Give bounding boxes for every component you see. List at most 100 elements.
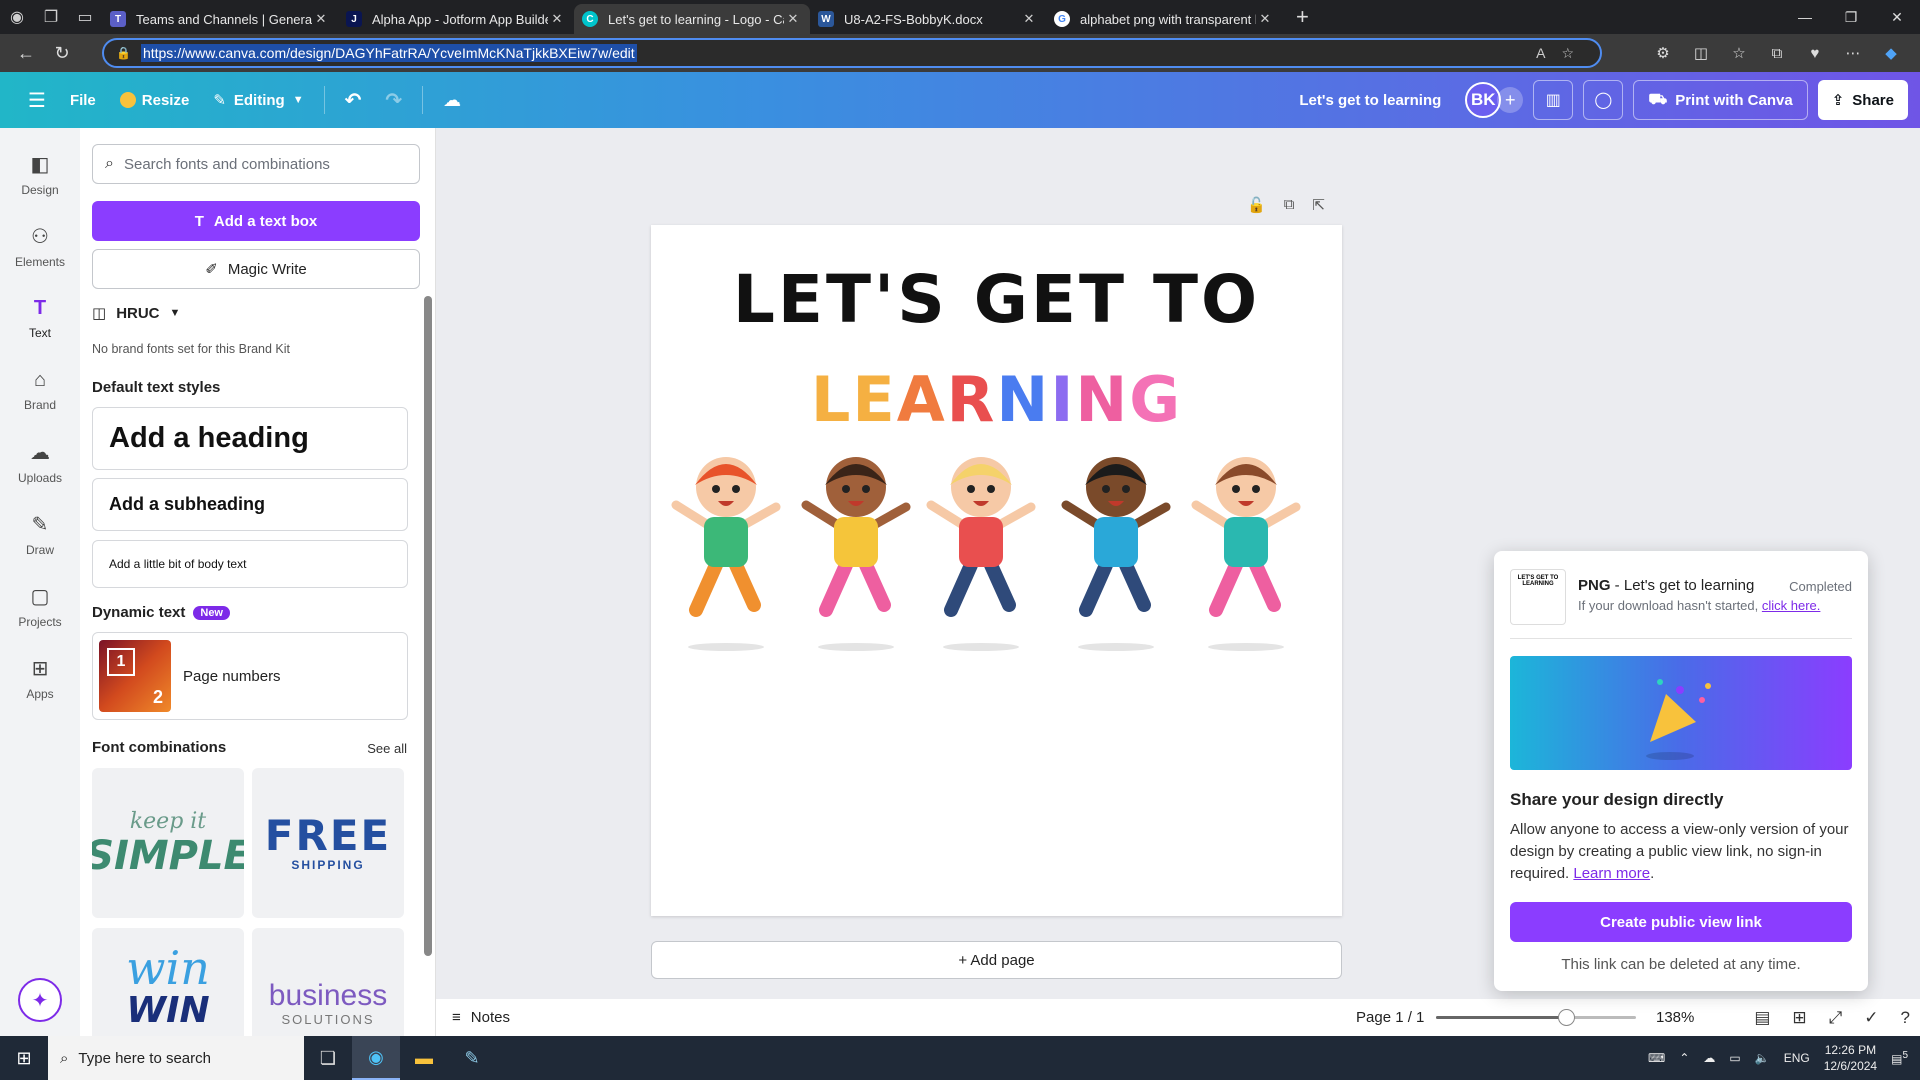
refresh-icon[interactable]: ↻ [44, 35, 80, 71]
font-combo-card[interactable]: FREE SHIPPING [252, 768, 404, 918]
new-tab-icon[interactable]: + [1296, 4, 1309, 30]
copilot-icon[interactable]: ◆ [1872, 44, 1910, 62]
language-indicator[interactable]: ENG [1784, 1051, 1810, 1065]
add-text-box-button[interactable]: T Add a text box [92, 201, 420, 241]
performance-icon[interactable]: ♥ [1796, 45, 1834, 62]
browser-tab-canva[interactable]: C Let's get to learning - Logo - Can ✕ [574, 4, 810, 34]
share-button[interactable]: ⇪ Share [1817, 80, 1908, 120]
split-screen-icon[interactable]: ◫ [1682, 44, 1720, 62]
favorites-icon[interactable]: ☆ [1720, 44, 1758, 62]
rail-item-apps[interactable]: ⊞ Apps [0, 642, 80, 714]
design-page[interactable]: LET'S GET TO LEARNING [651, 225, 1342, 916]
redo-icon[interactable]: ↷ [373, 80, 414, 120]
pages-view-icon[interactable]: ▤ [1754, 1008, 1770, 1028]
magic-write-button[interactable]: ✐ Magic Write [92, 249, 420, 289]
rail-item-projects[interactable]: ▢ Projects [0, 570, 80, 642]
notifications-icon[interactable]: ▤5 [1891, 1050, 1908, 1066]
close-tab-icon[interactable]: ✕ [312, 11, 330, 27]
file-menu[interactable]: File [58, 80, 108, 120]
workspaces-icon[interactable]: ❐ [34, 0, 68, 34]
title-line-1[interactable]: LET'S GET TO [651, 261, 1342, 338]
zoom-knob[interactable] [1558, 1009, 1575, 1026]
profile-icon[interactable]: ◉ [0, 0, 34, 34]
design-title[interactable]: Let's get to learning [1299, 92, 1441, 109]
font-combo-card[interactable]: business SOLUTIONS [252, 928, 404, 1036]
zoom-slider[interactable] [1436, 1009, 1636, 1026]
rail-item-uploads[interactable]: ☁ Uploads [0, 426, 80, 498]
tab-actions-icon[interactable]: ▭ [68, 0, 102, 34]
learn-more-link[interactable]: Learn more [1573, 865, 1650, 882]
notepad-app-icon[interactable]: ✎ [448, 1036, 496, 1080]
see-all-link[interactable]: See all [367, 741, 407, 756]
insights-icon[interactable]: ▥ [1533, 80, 1574, 120]
comments-icon[interactable]: ◯ [1583, 80, 1624, 120]
page-numbers-item[interactable]: 12 Page numbers [92, 632, 408, 720]
collections-icon[interactable]: ⧉ [1758, 45, 1796, 62]
close-tab-icon[interactable]: ✕ [784, 11, 802, 27]
onedrive-icon[interactable]: ☁ [1703, 1051, 1715, 1065]
rail-item-draw[interactable]: ✎ Draw [0, 498, 80, 570]
network-icon[interactable]: ▭ [1729, 1051, 1740, 1065]
zoom-percent[interactable]: 138% [1656, 1009, 1694, 1026]
cloud-saved-icon[interactable]: ☁ [431, 80, 473, 120]
resize-button[interactable]: Resize [108, 80, 202, 120]
font-search-input[interactable]: ⌕ Search fonts and combinations [92, 144, 420, 184]
edge-browser-icon[interactable]: ◉ [352, 1036, 400, 1080]
clock[interactable]: 12:26 PM 12/6/2024 [1824, 1042, 1877, 1074]
rail-item-text[interactable]: T Text [0, 282, 80, 354]
url-text[interactable]: https://www.canva.com/design/DAGYhFatrRA… [140, 44, 637, 62]
task-view-icon[interactable]: ❏ [304, 1036, 352, 1080]
check-icon[interactable]: ✓ [1864, 1008, 1878, 1028]
font-combo-card[interactable]: win WIN [92, 928, 244, 1036]
avatar[interactable]: BK [1465, 82, 1502, 118]
restore-icon[interactable]: ❐ [1828, 0, 1874, 34]
page-indicator[interactable]: Page 1 / 1 [1356, 1009, 1424, 1026]
menu-icon[interactable]: ☰ [16, 80, 58, 120]
keyboard-icon[interactable]: ⌨ [1648, 1051, 1665, 1065]
click-here-link[interactable]: click here. [1762, 598, 1821, 613]
url-input[interactable]: 🔒 https://www.canva.com/design/DAGYhFatr… [102, 38, 1602, 68]
notes-button[interactable]: ≡ Notes [452, 1009, 510, 1026]
more-icon[interactable]: ⋯ [1834, 44, 1872, 62]
close-tab-icon[interactable]: ✕ [1256, 11, 1274, 27]
file-explorer-icon[interactable]: ▬ [400, 1036, 448, 1080]
grid-view-icon[interactable]: ⊞ [1792, 1008, 1806, 1028]
browser-tab-word[interactable]: W U8-A2-FS-BobbyK.docx ✕ [810, 4, 1046, 34]
print-with-canva-button[interactable]: ⛟ Print with Canva [1633, 80, 1808, 120]
rail-item-brand[interactable]: ⌂ Brand [0, 354, 80, 426]
brand-kit-selector[interactable]: ◫ HRUC ▼ [92, 304, 180, 323]
browser-tab-jotform[interactable]: J Alpha App - Jotform App Builder ✕ [338, 4, 574, 34]
taskbar-search-input[interactable]: ⌕ Type here to search [48, 1036, 304, 1080]
magic-assistant-icon[interactable]: ✦ [18, 978, 62, 1022]
windows-start-icon[interactable]: ⊞ [0, 1036, 48, 1080]
add-page-button[interactable]: + Add page [651, 941, 1342, 979]
show-hidden-icons-icon[interactable]: ⌃ [1679, 1051, 1689, 1065]
fullscreen-icon[interactable]: ⤢ [1829, 1008, 1843, 1028]
duplicate-page-icon[interactable]: ⧉ [1284, 196, 1295, 214]
add-collaborator-icon[interactable]: + [1497, 87, 1524, 113]
jumping-kids-illustration[interactable] [671, 425, 1321, 655]
browser-tab-teams[interactable]: T Teams and Channels | General | M ✕ [102, 4, 338, 34]
add-body-text-item[interactable]: Add a little bit of body text [92, 540, 408, 588]
close-tab-icon[interactable]: ✕ [548, 11, 566, 27]
font-combo-card[interactable]: keep it SIMPLE [92, 768, 244, 918]
help-icon[interactable]: ? [1901, 1008, 1910, 1028]
panel-scrollbar[interactable] [424, 296, 432, 956]
rail-item-design[interactable]: ◧ Design [0, 138, 80, 210]
back-icon[interactable]: ← [8, 35, 44, 71]
undo-icon[interactable]: ↶ [333, 80, 374, 120]
rail-item-elements[interactable]: ⚇ Elements [0, 210, 80, 282]
minimize-icon[interactable]: — [1782, 0, 1828, 34]
close-tab-icon[interactable]: ✕ [1020, 11, 1038, 27]
editing-mode-button[interactable]: ✎ Editing ▼ [201, 80, 315, 120]
volume-icon[interactable]: 🔈 [1755, 1051, 1770, 1065]
add-subheading-item[interactable]: Add a subheading [92, 478, 408, 531]
add-heading-item[interactable]: Add a heading [92, 407, 408, 470]
add-page-icon[interactable]: ⇱ [1312, 196, 1325, 214]
browser-tab-google[interactable]: G alphabet png with transparent ba ✕ [1046, 4, 1282, 34]
read-aloud-favorite-icons[interactable]: A☆ [1536, 45, 1590, 62]
close-window-icon[interactable]: ✕ [1874, 0, 1920, 34]
extensions-icon[interactable]: ⚙ [1644, 44, 1682, 62]
create-public-view-link-button[interactable]: Create public view link [1510, 902, 1852, 942]
lock-page-icon[interactable]: 🔓 [1247, 196, 1266, 214]
